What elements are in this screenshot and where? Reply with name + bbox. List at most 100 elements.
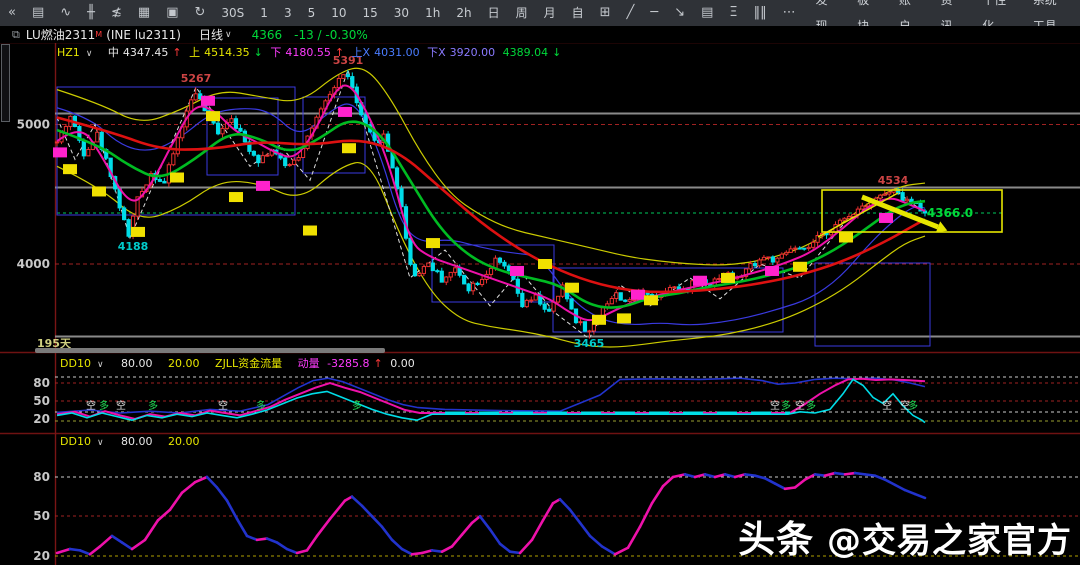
top-toolbar: « ▤ ∿ ╫ ≴ ▦ ▣ ↻ 30S 1 3 5 10 15 30 1h 2h… xyxy=(0,0,1080,26)
hz1-up-label: 上 xyxy=(189,46,200,59)
dd10-param2: 20.00 xyxy=(168,435,200,448)
dd10-name[interactable]: DD10 xyxy=(60,357,91,370)
period-1h[interactable]: 1h xyxy=(417,0,448,26)
chart-canvas[interactable]: 50004000526753914188346545344366.0195天80… xyxy=(0,0,1080,565)
momentum-zero: 0.00 xyxy=(390,357,415,370)
period-1[interactable]: 1 xyxy=(252,0,276,26)
period-5[interactable]: 5 xyxy=(300,0,324,26)
collapsed-sidebar[interactable] xyxy=(1,44,10,122)
svg-text:空: 空 xyxy=(218,399,228,412)
quote-list-icon[interactable]: ▤ xyxy=(24,0,52,26)
price-change: -13 / -0.30% xyxy=(294,28,368,42)
chevron-down-icon[interactable]: ∨ xyxy=(97,438,104,448)
watermark-text: @交易之家官方 xyxy=(814,521,1072,561)
hz1-up-value: 4514.35 xyxy=(204,46,250,59)
vertical-lines-icon[interactable]: ‖‖ xyxy=(746,0,775,26)
hz1-last-value: 4389.04 xyxy=(503,46,549,59)
hz1-upx-value: 4031.00 xyxy=(374,46,420,59)
period-week[interactable]: 周 xyxy=(508,0,536,26)
hz1-indicator-header: HZ1∨ 中4347.45↑ 上4514.35↓ 下4180.55↑ 上X403… xyxy=(57,44,565,60)
period-3[interactable]: 3 xyxy=(276,0,300,26)
back-icon[interactable]: « xyxy=(0,0,24,26)
svg-text:20: 20 xyxy=(33,549,50,563)
svg-text:80: 80 xyxy=(33,470,50,484)
svg-text:多: 多 xyxy=(256,399,266,412)
chevron-down-icon[interactable]: ∨ xyxy=(225,30,232,40)
contract-code: (INE lu2311) xyxy=(106,28,181,42)
svg-text:5267: 5267 xyxy=(181,72,212,85)
dd10-param1: 80.00 xyxy=(121,357,153,370)
svg-text:4000: 4000 xyxy=(17,257,50,271)
period-custom[interactable]: 自 xyxy=(564,0,592,26)
hz1-mid-label: 中 xyxy=(108,46,119,59)
svg-text:5000: 5000 xyxy=(17,118,50,132)
svg-text:3465: 3465 xyxy=(574,337,605,350)
svg-text:多: 多 xyxy=(781,399,791,412)
svg-text:空: 空 xyxy=(795,399,805,412)
horizontal-line-icon[interactable]: ─ xyxy=(642,0,666,26)
svg-text:空: 空 xyxy=(116,399,126,412)
period-2h[interactable]: 2h xyxy=(448,0,479,26)
period-30[interactable]: 30 xyxy=(386,0,417,26)
main-contract-badge: M xyxy=(95,30,102,39)
contract-name[interactable]: LU燃油2311 xyxy=(26,26,95,43)
up-arrow-icon: ↑ xyxy=(172,46,181,59)
period-day[interactable]: 日 xyxy=(480,0,508,26)
hz1-dn-value: 4180.55 xyxy=(285,46,331,59)
dd10-param2: 20.00 xyxy=(168,357,200,370)
svg-text:4188: 4188 xyxy=(118,240,149,253)
svg-text:多: 多 xyxy=(806,399,816,412)
up-arrow-icon: ↑ xyxy=(374,357,383,370)
svg-text:多: 多 xyxy=(352,399,362,412)
period-15[interactable]: 15 xyxy=(355,0,386,26)
period-month[interactable]: 月 xyxy=(536,0,564,26)
up-arrow-icon: ↑ xyxy=(335,46,344,59)
layout-grid-icon[interactable]: ⊞ xyxy=(592,0,619,26)
dd10-name[interactable]: DD10 xyxy=(60,435,91,448)
period-10[interactable]: 10 xyxy=(323,0,354,26)
symbol-bar: ⧉ LU燃油2311 M (INE lu2311) 日线 ∨ 4366 -13 … xyxy=(0,26,1080,43)
svg-text:多: 多 xyxy=(908,399,918,412)
svg-text:4366.0: 4366.0 xyxy=(927,206,973,220)
chevron-down-icon[interactable]: ∨ xyxy=(86,49,93,59)
down-arrow-icon: ↓ xyxy=(552,46,561,59)
link-icon[interactable]: ⧉ xyxy=(12,28,20,42)
hz1-name[interactable]: HZ1 xyxy=(57,46,80,59)
svg-text:多: 多 xyxy=(99,399,109,412)
svg-text:空: 空 xyxy=(770,399,780,412)
momentum-value: -3285.8 xyxy=(327,357,369,370)
arrow-line-icon[interactable]: ↘ xyxy=(666,0,693,26)
hz1-upx-label: 上X xyxy=(352,46,371,59)
hz1-dn-label: 下 xyxy=(270,46,281,59)
chevron-down-icon[interactable]: ∨ xyxy=(97,360,104,370)
panel1-header: DD10 ∨ 80.00 20.00 ZJLL资金流量 动量 -3285.8 ↑ 0… xyxy=(60,355,419,371)
refresh-icon[interactable]: ↻ xyxy=(187,0,214,26)
svg-text:50: 50 xyxy=(33,509,50,523)
multi-chart-icon[interactable]: ≴ xyxy=(103,0,130,26)
period-30s[interactable]: 30S xyxy=(213,0,252,26)
svg-text:空: 空 xyxy=(86,399,96,412)
svg-text:50: 50 xyxy=(33,394,50,408)
chart-box-icon[interactable]: ▦ xyxy=(130,0,158,26)
svg-text:空: 空 xyxy=(882,399,892,412)
zjll-label: ZJLL资金流量 xyxy=(215,357,282,370)
down-arrow-icon: ↓ xyxy=(254,46,263,59)
save-icon[interactable]: ▣ xyxy=(158,0,186,26)
candlestick-icon[interactable]: ╫ xyxy=(79,0,103,26)
svg-text:20: 20 xyxy=(33,412,50,426)
fib-lines-icon[interactable]: Ξ xyxy=(721,0,745,26)
hz1-dnx-label: 下X xyxy=(427,46,446,59)
trendline-icon[interactable]: ╱ xyxy=(619,0,643,26)
svg-text:多: 多 xyxy=(148,399,158,412)
watermark-bold: 头条 xyxy=(738,518,814,561)
golden-section-icon[interactable]: ▤ xyxy=(693,0,721,26)
panel2-header: DD10∨ 80.00 20.00 xyxy=(60,435,204,448)
more-icon[interactable]: ⋯ xyxy=(775,0,804,26)
trading-app-window: « ▤ ∿ ╫ ≴ ▦ ▣ ↻ 30S 1 3 5 10 15 30 1h 2h… xyxy=(0,0,1080,565)
svg-text:4534: 4534 xyxy=(878,174,909,187)
last-price: 4366 xyxy=(252,28,283,42)
momentum-label: 动量 xyxy=(298,357,320,370)
period-dropdown[interactable]: 日线 xyxy=(199,26,223,43)
line-chart-icon[interactable]: ∿ xyxy=(52,0,79,26)
watermark: 头条 @交易之家官方 xyxy=(738,509,1072,563)
